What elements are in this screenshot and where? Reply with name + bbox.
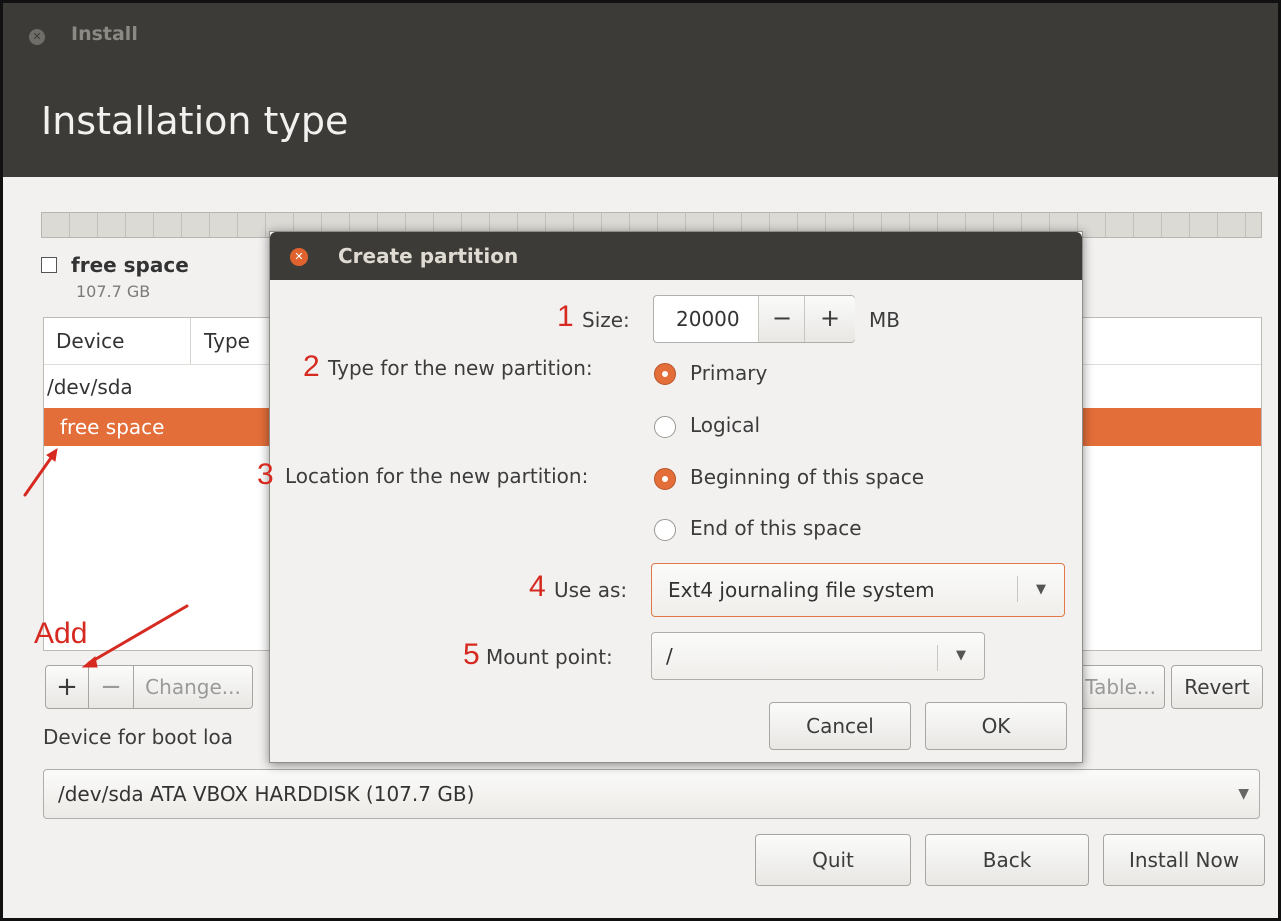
installer-window: ✕ Install Installation type free space 1… — [0, 0, 1281, 921]
arrow-to-free-space — [23, 453, 55, 497]
arrow-to-add-button — [87, 604, 189, 665]
annotation-arrows — [23, 448, 189, 668]
